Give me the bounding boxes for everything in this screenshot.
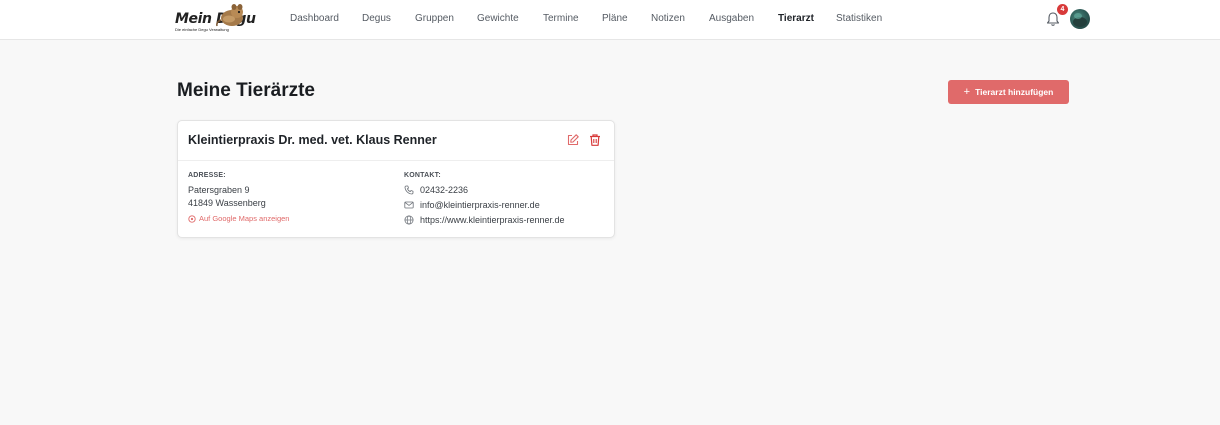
vet-name: Kleintierpraxis Dr. med. vet. Klaus Renn… (188, 133, 437, 147)
add-vet-button[interactable]: + Tierarzt hinzufügen (948, 80, 1069, 104)
edit-icon[interactable] (566, 133, 580, 147)
website-row[interactable]: https://www.kleintierpraxis-renner.de (404, 215, 565, 225)
logo-tagline: Die einfache Degu Verwaltung (175, 27, 229, 32)
notification-badge: 4 (1057, 4, 1068, 15)
avatar[interactable] (1070, 9, 1090, 29)
nav-item-statistiken[interactable]: Statistiken (836, 13, 882, 24)
trash-icon[interactable] (588, 133, 602, 147)
vet-card-header: Kleintierpraxis Dr. med. vet. Klaus Renn… (178, 121, 614, 161)
nav-item-gruppen[interactable]: Gruppen (415, 13, 454, 24)
globe-icon (404, 215, 414, 225)
logo[interactable]: Mein Degu Die einfache Degu Verwaltung (175, 2, 256, 36)
vet-card: Kleintierpraxis Dr. med. vet. Klaus Renn… (177, 120, 615, 238)
email-row[interactable]: info@kleintierpraxis-renner.de (404, 200, 540, 210)
google-maps-link-label: Auf Google Maps anzeigen (199, 214, 290, 223)
nav-item-dashboard[interactable]: Dashboard (290, 13, 339, 24)
address-street: Patersgraben 9 (188, 185, 250, 195)
vet-email: info@kleintierpraxis-renner.de (420, 200, 540, 210)
google-maps-link[interactable]: Auf Google Maps anzeigen (188, 214, 289, 223)
nav-item-notizen[interactable]: Notizen (651, 13, 685, 24)
address-city: 41849 Wassenberg (188, 198, 266, 208)
page-title: Meine Tierärzte (177, 80, 315, 101)
avatar-image (1073, 13, 1087, 27)
nav-item-plaene[interactable]: Pläne (602, 13, 628, 24)
mail-icon (404, 201, 414, 209)
nav-item-termine[interactable]: Termine (543, 13, 579, 24)
nav-item-gewichte[interactable]: Gewichte (477, 13, 519, 24)
nav-item-ausgaben[interactable]: Ausgaben (709, 13, 754, 24)
phone-row[interactable]: 02432-2236 (404, 185, 468, 195)
nav-item-degus[interactable]: Degus (362, 13, 391, 24)
contact-label: KONTAKT: (404, 172, 441, 179)
nav-item-tierarzt[interactable]: Tierarzt (778, 13, 814, 24)
address-label: ADRESSE: (188, 172, 226, 179)
vet-website: https://www.kleintierpraxis-renner.de (420, 215, 565, 225)
map-pin-icon (188, 214, 196, 223)
top-navigation-bar: Mein Degu Die einfache Degu Verwaltung D… (0, 0, 1220, 40)
add-vet-button-label: Tierarzt hinzufügen (975, 87, 1054, 97)
vet-phone: 02432-2236 (420, 185, 469, 195)
plus-icon: + (963, 85, 971, 98)
phone-icon (404, 185, 414, 195)
degu-mascot-icon (216, 4, 243, 27)
